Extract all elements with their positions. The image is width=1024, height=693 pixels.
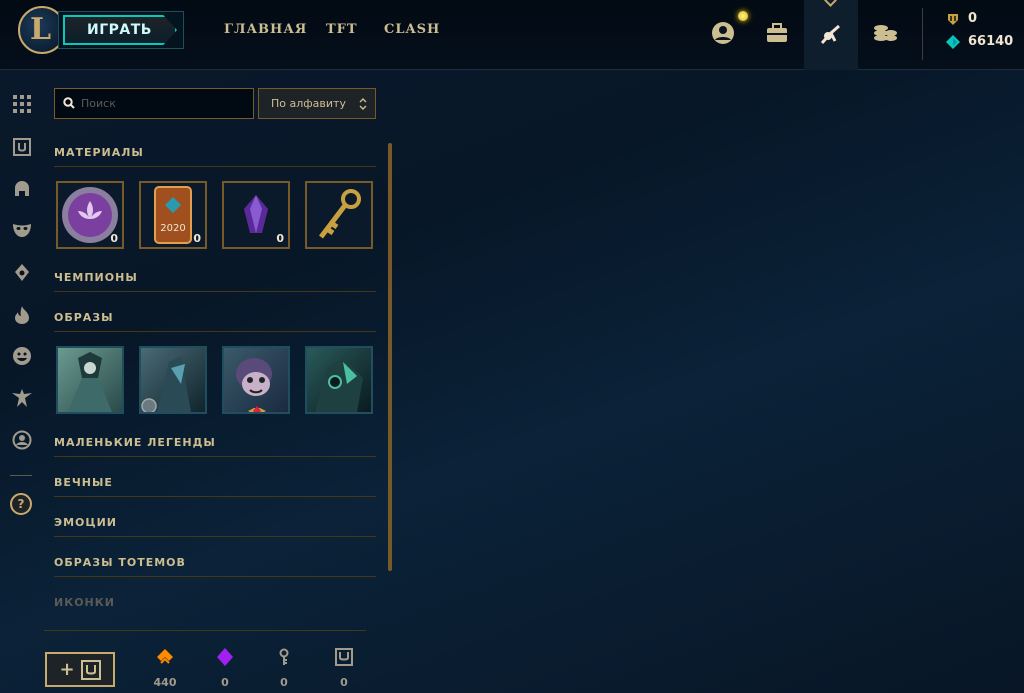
rail-divider xyxy=(10,475,32,476)
collection-icon[interactable] xyxy=(757,14,797,52)
material-tile-key[interactable] xyxy=(305,181,373,249)
orange-essence-value: 0 xyxy=(340,676,348,689)
material-count: 0 xyxy=(193,232,201,245)
craft-plus: + xyxy=(59,659,75,680)
nav-clash[interactable]: CLASH xyxy=(384,22,440,37)
essence-icon xyxy=(948,13,958,25)
material-tile-gem[interactable]: 0 xyxy=(222,181,290,249)
totem-icon[interactable] xyxy=(11,387,33,409)
ward-icon[interactable] xyxy=(11,262,33,284)
mythic-essence-icon xyxy=(217,648,233,666)
essence-balance: 0 xyxy=(946,11,977,26)
rp-balance: 66140 xyxy=(946,34,1013,49)
category-skins[interactable]: ОБРАЗЫ xyxy=(54,311,376,332)
capsule-year-label: 2020 xyxy=(160,223,185,234)
sort-dropdown[interactable]: По алфавиту xyxy=(258,88,376,119)
rp-icon xyxy=(946,34,960,49)
emote-shield-icon[interactable] xyxy=(11,136,33,158)
skin-tile[interactable] xyxy=(56,346,124,414)
nav-tft[interactable]: TFT xyxy=(326,22,358,37)
notification-dot xyxy=(738,11,748,21)
nav-home[interactable]: ГЛАВНАЯ xyxy=(224,22,307,37)
skin-tile[interactable] xyxy=(305,346,373,414)
topbar-divider xyxy=(922,8,923,60)
key-fragment-icon xyxy=(279,648,289,665)
material-count: 0 xyxy=(276,232,284,245)
search-box xyxy=(54,88,254,119)
skin-tile[interactable] xyxy=(139,346,207,414)
search-icon xyxy=(63,97,75,109)
mythic-essence-value: 0 xyxy=(221,676,229,689)
search-input[interactable] xyxy=(81,89,251,118)
flame-icon[interactable] xyxy=(11,304,33,326)
loot-icon[interactable] xyxy=(804,0,858,70)
material-tile-capsule[interactable]: 2020 0 xyxy=(139,181,207,249)
category-icons[interactable]: ИКОНКИ xyxy=(54,596,376,616)
emote-currency-icon xyxy=(335,648,353,666)
key-fragment-counter: 0 xyxy=(264,648,304,689)
rp-amount: 66140 xyxy=(968,34,1014,49)
hextech-key-icon xyxy=(319,189,361,239)
blue-essence-value: 440 xyxy=(153,676,177,689)
skin-art-icon xyxy=(68,352,112,412)
skin-art-icon xyxy=(236,358,272,396)
sort-arrows-icon xyxy=(359,98,367,110)
profile-icon[interactable] xyxy=(703,14,743,52)
skin-art-icon xyxy=(315,358,363,412)
blue-essence-icon xyxy=(157,649,173,664)
craft-button[interactable]: + xyxy=(45,652,115,687)
footer-divider xyxy=(44,630,366,631)
skin-art-icon xyxy=(141,356,191,412)
help-button[interactable]: ? xyxy=(10,493,32,515)
orange-essence-counter: 0 xyxy=(324,648,364,689)
blue-essence-counter: 440 xyxy=(145,648,185,689)
category-eternals[interactable]: ВЕЧНЫЕ xyxy=(54,476,376,497)
skin-tile[interactable] xyxy=(222,346,290,414)
mythic-essence-counter: 0 xyxy=(205,648,245,689)
material-count: 0 xyxy=(110,232,118,245)
category-ward-skins[interactable]: ОБРАЗЫ ТОТЕМОВ xyxy=(54,556,376,577)
top-bar: L ИГРАТЬ ГЛАВНАЯ TFT CLASH 0 66140 xyxy=(0,0,1024,70)
category-champions[interactable]: ЧЕМПИОНЫ xyxy=(54,271,376,292)
grid-icon[interactable] xyxy=(11,93,33,115)
play-button[interactable]: ИГРАТЬ xyxy=(63,15,177,45)
material-tile-orb[interactable]: 0 xyxy=(56,181,124,249)
avatar-icon[interactable] xyxy=(11,429,33,451)
category-emotes[interactable]: ЭМОЦИИ xyxy=(54,516,376,537)
mask-icon[interactable] xyxy=(11,219,33,241)
key-fragment-value: 0 xyxy=(280,676,288,689)
scrollbar[interactable] xyxy=(388,143,392,571)
smiley-icon[interactable] xyxy=(11,345,33,367)
essence-amount: 0 xyxy=(968,11,978,26)
store-icon[interactable] xyxy=(865,14,905,52)
sort-label: По алфавиту xyxy=(271,97,346,110)
gem-badge-icon xyxy=(248,406,266,412)
emote-shield-icon xyxy=(80,659,101,680)
category-materials[interactable]: МАТЕРИАЛЫ xyxy=(54,146,376,167)
category-little-legends[interactable]: МАЛЕНЬКИЕ ЛЕГЕНДЫ xyxy=(54,436,376,457)
helmet-icon[interactable] xyxy=(11,178,33,200)
play-frame: ИГРАТЬ xyxy=(58,11,184,49)
